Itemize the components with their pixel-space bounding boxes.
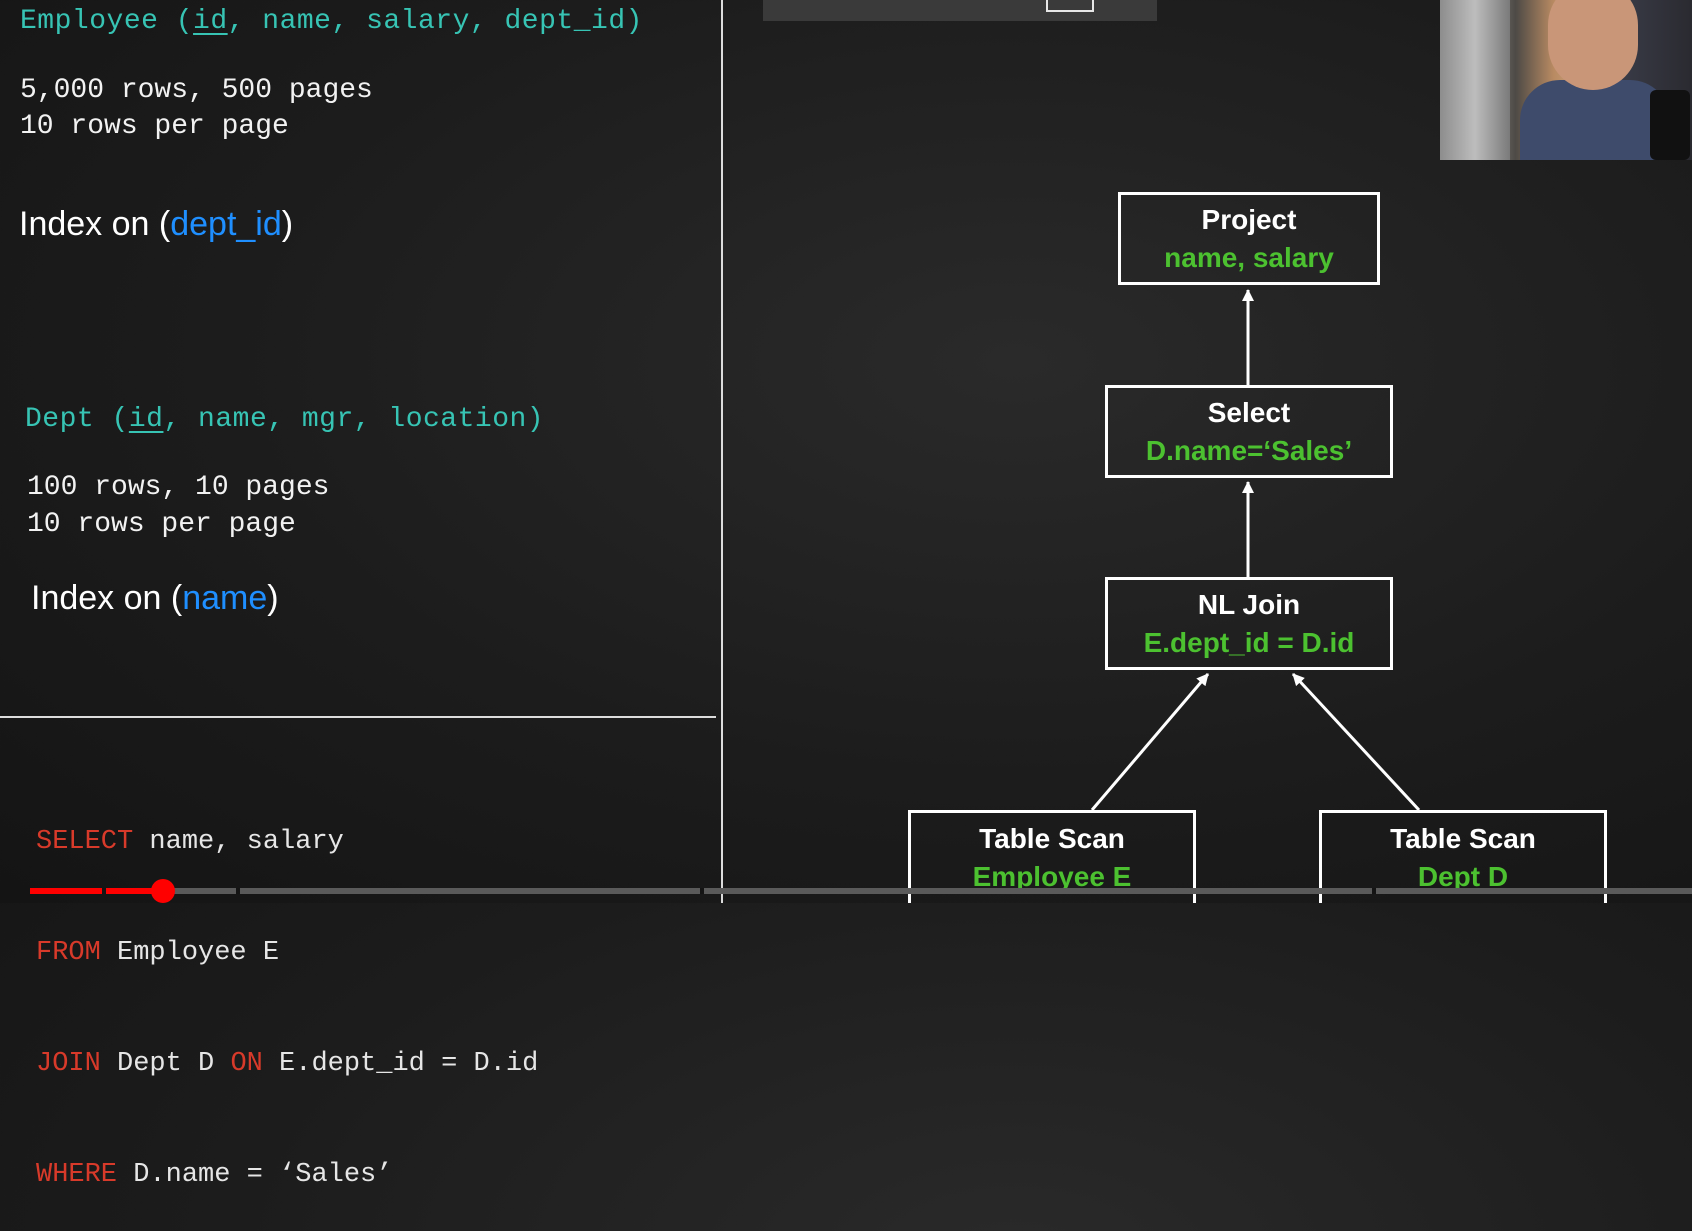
scan-employee-op: Table Scan: [979, 823, 1125, 854]
sql-line-join: JOIN Dept D ON E.dept_id = D.id: [36, 1049, 539, 1079]
select-arg: D.name=‘Sales’: [1145, 434, 1353, 466]
edge-left-scan-to-join: [1090, 673, 1210, 811]
chapter-marker: [1372, 888, 1376, 894]
video-scrubber-handle[interactable]: [151, 879, 175, 903]
plan-node-project: Project name, salary: [1118, 192, 1380, 285]
plan-edges: [1090, 289, 1421, 812]
chapter-marker: [700, 888, 704, 894]
plan-node-select: Select D.name=‘Sales’: [1105, 385, 1393, 478]
sql-line-from: FROM Employee E: [36, 938, 280, 968]
join-op: NL Join: [1197, 588, 1301, 620]
project-arg: name, salary: [1164, 241, 1334, 273]
join-arg: E.dept_id = D.id: [1143, 626, 1355, 658]
video-progress-track[interactable]: [30, 888, 1692, 894]
plan-node-join: NL Join E.dept_id = D.id: [1105, 577, 1393, 670]
edge-right-scan-to-join: [1291, 672, 1421, 812]
scan-dept-op: Table Scan: [1390, 823, 1536, 854]
video-progress-played: [30, 888, 163, 894]
chapter-marker: [102, 888, 106, 894]
project-op: Project: [1201, 203, 1297, 235]
select-op: Select: [1207, 396, 1291, 428]
sql-line-where: WHERE D.name = ‘Sales’: [36, 1160, 393, 1190]
chapter-marker: [236, 888, 240, 894]
